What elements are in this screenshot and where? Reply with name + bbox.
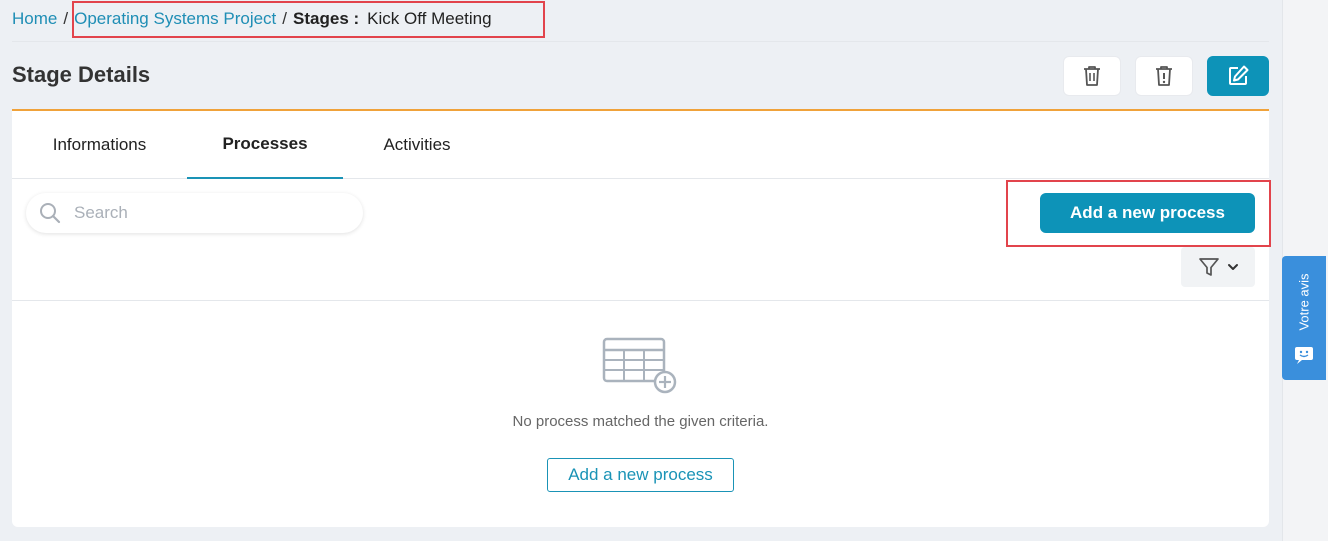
breadcrumb-home-link[interactable]: Home — [12, 9, 57, 29]
chevron-down-icon — [1228, 264, 1238, 270]
highlight-box-breadcrumb — [72, 1, 545, 38]
search-field[interactable] — [26, 193, 363, 233]
highlight-box-add-button — [1006, 180, 1271, 247]
trash-icon — [1084, 66, 1100, 86]
empty-state-message: No process matched the given criteria. — [512, 413, 769, 430]
feedback-tab[interactable]: Votre avis — [1282, 256, 1326, 380]
tab-activities[interactable]: Activities — [343, 111, 491, 179]
tab-processes[interactable]: Processes — [187, 111, 343, 179]
edit-button[interactable] — [1207, 56, 1269, 96]
breadcrumb-separator: / — [63, 9, 69, 28]
archive-button[interactable] — [1135, 56, 1193, 96]
search-input[interactable] — [74, 203, 334, 223]
filter-button[interactable] — [1181, 247, 1255, 287]
search-icon — [40, 203, 61, 224]
delete-button[interactable] — [1063, 56, 1121, 96]
table-add-icon — [602, 337, 677, 394]
filter-icon — [1199, 258, 1219, 276]
stage-details-card: Informations Processes Activities Add a … — [12, 111, 1271, 527]
tab-informations[interactable]: Informations — [12, 111, 187, 179]
add-process-outline-button[interactable]: Add a new process — [547, 458, 734, 492]
edit-icon — [1229, 65, 1249, 85]
page-title: Stage Details — [12, 62, 151, 87]
archive-icon — [1156, 66, 1172, 86]
tab-bar: Informations Processes Activities — [12, 111, 1269, 179]
divider — [12, 41, 1269, 42]
chat-face-icon — [1295, 347, 1313, 364]
feedback-label: Votre avis — [1296, 273, 1312, 331]
divider — [12, 300, 1269, 301]
